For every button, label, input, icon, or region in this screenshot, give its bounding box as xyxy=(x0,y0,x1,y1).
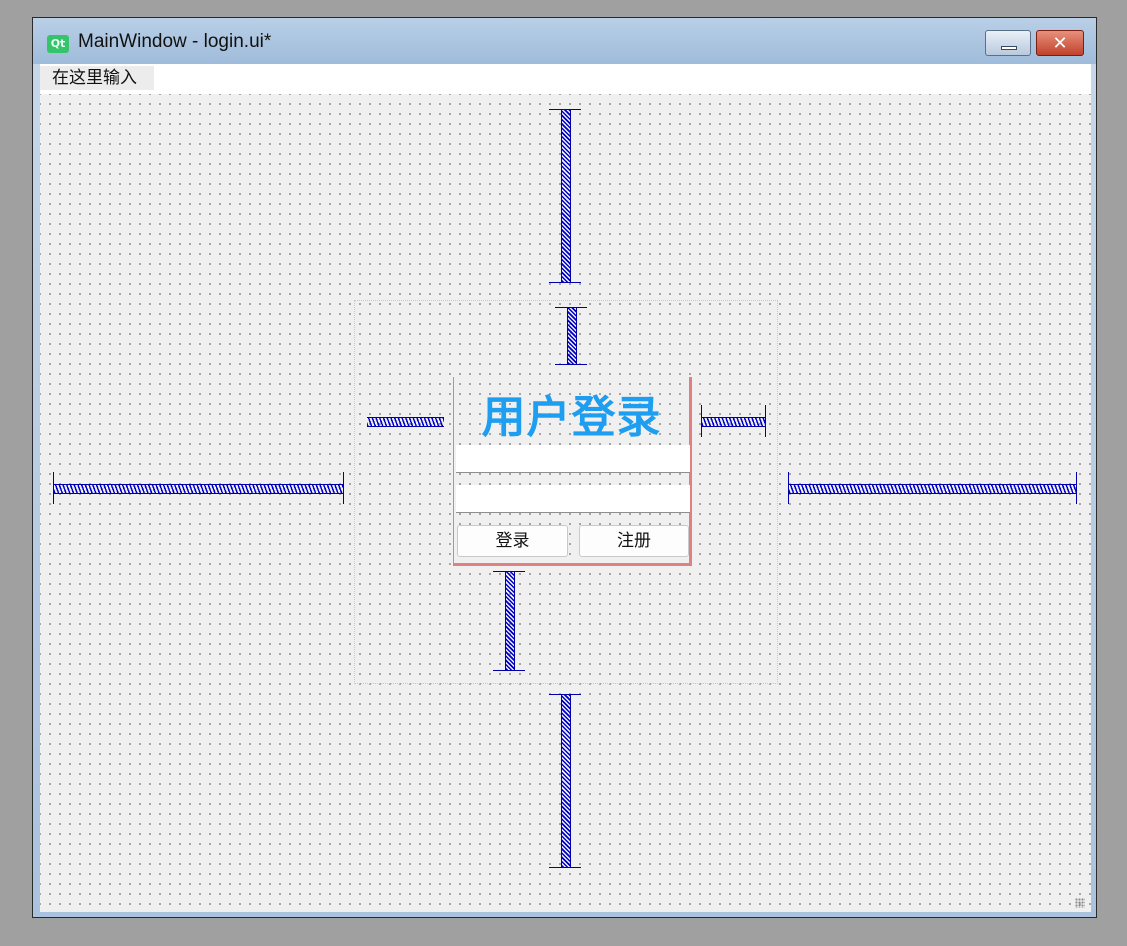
title-bar[interactable]: Qt MainWindow - login.ui* ✕ xyxy=(33,18,1096,64)
menu-bar: 在这里输入 xyxy=(40,64,1091,94)
password-input[interactable] xyxy=(456,485,690,513)
minimize-button[interactable] xyxy=(985,30,1031,56)
qt-icon: Qt xyxy=(47,35,69,53)
inner-top-vertical-spacer[interactable] xyxy=(555,307,587,365)
login-button[interactable]: 登录 xyxy=(457,525,568,557)
minimize-icon xyxy=(1001,46,1017,50)
top-vertical-spacer[interactable] xyxy=(549,109,581,283)
login-form: 用户登录 登录 注册 xyxy=(453,377,692,566)
inner-bottom-vertical-spacer[interactable] xyxy=(493,571,525,671)
right-horizontal-spacer[interactable] xyxy=(788,472,1077,504)
inner-left-horizontal-spacer[interactable] xyxy=(367,405,444,437)
window-title: MainWindow - login.ui* xyxy=(78,31,272,52)
bottom-vertical-spacer[interactable] xyxy=(549,694,581,868)
register-button[interactable]: 注册 xyxy=(579,525,689,557)
username-input[interactable] xyxy=(456,445,690,473)
inner-right-horizontal-spacer[interactable] xyxy=(701,405,766,437)
main-window: Qt MainWindow - login.ui* ✕ 在这里输入 用户登录 登… xyxy=(32,17,1097,918)
close-icon: ✕ xyxy=(1052,33,1068,53)
close-button[interactable]: ✕ xyxy=(1036,30,1084,56)
login-title: 用户登录 xyxy=(481,392,662,443)
resize-grip-icon[interactable] xyxy=(1075,898,1085,908)
design-canvas[interactable]: 用户登录 登录 注册 xyxy=(40,94,1091,912)
menu-item-type-here[interactable]: 在这里输入 xyxy=(40,66,154,90)
left-horizontal-spacer[interactable] xyxy=(53,472,344,504)
